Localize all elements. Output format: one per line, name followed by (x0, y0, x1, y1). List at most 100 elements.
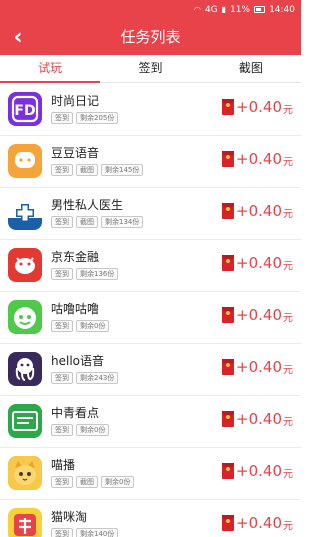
red-envelope-icon (222, 254, 235, 271)
reward: +0.40 元 (222, 357, 293, 376)
reward: +0.40 元 (222, 201, 293, 220)
reward: +0.40 元 (222, 461, 293, 480)
app-name: 时尚日记 (51, 94, 100, 108)
tag-badge: 截图 (76, 476, 98, 488)
task-list: FD 时尚日记 签到 剩余205份 +0.40 元 豆豆语音 签到 截图 剩余1… (0, 84, 301, 537)
red-envelope-icon (222, 306, 235, 323)
reward-unit: 元 (283, 105, 293, 116)
reward: +0.40 元 (222, 97, 293, 116)
tab-screenshot[interactable]: 截图 (201, 55, 301, 82)
task-row[interactable]: 豆豆语音 签到 截图 剩余145份 +0.40 元 (0, 136, 301, 188)
reward-amount: +0.40 (236, 305, 282, 324)
reward-unit: 元 (283, 209, 293, 220)
tab-trial[interactable]: 试玩 (0, 55, 101, 83)
task-row[interactable]: 男性私人医生 签到 截图 剩余134份 +0.40 元 (0, 188, 301, 240)
tag-badge: 剩余0份 (76, 424, 110, 436)
reward-amount: +0.40 (236, 513, 282, 532)
red-envelope-icon (222, 98, 235, 115)
tab-checkin[interactable]: 签到 (100, 55, 200, 82)
fashion-diary-icon: FD (8, 92, 42, 126)
tag-badge: 签到 (51, 476, 73, 488)
reward-amount: +0.40 (236, 409, 282, 428)
tag-list: 签到 剩余205份 (51, 112, 119, 124)
tag-badge: 签到 (51, 372, 73, 384)
reward-amount: +0.40 (236, 461, 282, 480)
tag-badge: 签到 (51, 424, 73, 436)
tag-list: 签到 剩余0份 (51, 424, 110, 436)
task-row[interactable]: 喵播 签到 截图 剩余0份 +0.40 元 (0, 448, 301, 500)
reward-unit: 元 (283, 261, 293, 272)
reward-unit: 元 (283, 313, 293, 324)
red-envelope-icon (222, 514, 235, 531)
signal-label: 4G (204, 4, 218, 15)
tag-badge: 剩余243份 (76, 372, 119, 384)
tag-badge: 剩余0份 (101, 476, 135, 488)
tag-list: 签到 截图 剩余134份 (51, 216, 144, 228)
clock: 14:40 (269, 4, 295, 15)
reward: +0.40 元 (222, 513, 293, 532)
signal-bars-icon: ▮ (221, 5, 227, 14)
tag-list: 签到 剩余140份 (51, 528, 119, 537)
task-row[interactable]: 咕噜咕噜 签到 剩余0份 +0.40 元 (0, 292, 301, 344)
doudou-voice-icon (8, 144, 42, 178)
gulu-icon (8, 300, 42, 334)
tag-badge: 签到 (51, 320, 73, 332)
tab-bar: 试玩 签到 截图 (0, 55, 301, 83)
tag-badge: 剩余0份 (76, 320, 110, 332)
tag-list: 签到 剩余136份 (51, 268, 119, 280)
reward-unit: 元 (283, 157, 293, 168)
tag-badge: 剩余140份 (76, 528, 119, 537)
task-row[interactable]: hello语音 签到 剩余243份 +0.40 元 (0, 344, 301, 396)
red-envelope-icon (222, 410, 235, 427)
app-name: hello语音 (51, 354, 104, 368)
tag-badge: 签到 (51, 528, 73, 537)
task-row[interactable]: FD 时尚日记 签到 剩余205份 +0.40 元 (0, 84, 301, 136)
reward-unit: 元 (283, 521, 293, 532)
title-bar: ‹ 任务列表 (0, 19, 301, 55)
app-name: 喵播 (51, 458, 76, 472)
tag-badge: 签到 (51, 112, 73, 124)
tag-badge: 签到 (51, 164, 73, 176)
reward-amount: +0.40 (236, 253, 282, 272)
app-name: 猫咪淘 (51, 510, 88, 524)
tag-badge: 剩余205份 (76, 112, 119, 124)
task-row[interactable]: 中青看点 签到 剩余0份 +0.40 元 (0, 396, 301, 448)
reward: +0.40 元 (222, 409, 293, 428)
app-name: 男性私人医生 (51, 198, 124, 212)
reward-amount: +0.40 (236, 149, 282, 168)
reward-unit: 元 (283, 417, 293, 428)
reward: +0.40 元 (222, 253, 293, 272)
status-bar: ◠ 4G ▮ 11% 14:40 (0, 0, 301, 19)
tag-list: 签到 剩余243份 (51, 372, 119, 384)
wifi-icon: ◠ (193, 5, 201, 14)
red-envelope-icon (222, 202, 235, 219)
tag-list: 签到 剩余0份 (51, 320, 110, 332)
reward: +0.40 元 (222, 305, 293, 324)
reward-amount: +0.40 (236, 357, 282, 376)
svg-text:FD: FD (14, 103, 35, 119)
task-row[interactable]: 猫咪淘 签到 剩余140份 +0.40 元 (0, 500, 301, 537)
tag-badge: 签到 (51, 268, 73, 280)
miaobo-icon (8, 456, 42, 490)
tag-badge: 截图 (76, 216, 98, 228)
tag-badge: 签到 (51, 216, 73, 228)
hello-voice-icon (8, 352, 42, 386)
tag-badge: 剩余134份 (101, 216, 144, 228)
app-name: 中青看点 (51, 406, 100, 420)
app-name: 京东金融 (51, 250, 100, 264)
reward-amount: +0.40 (236, 201, 282, 220)
tag-badge: 剩余136份 (76, 268, 119, 280)
red-envelope-icon (222, 358, 235, 375)
red-envelope-icon (222, 462, 235, 479)
battery-percent: 11% (230, 4, 251, 15)
reward-unit: 元 (283, 469, 293, 480)
reward-amount: +0.40 (236, 97, 282, 116)
tag-badge: 截图 (76, 164, 98, 176)
red-envelope-icon (222, 150, 235, 167)
battery-icon (254, 6, 266, 13)
tag-badge: 剩余145份 (101, 164, 144, 176)
task-row[interactable]: 京东金融 签到 剩余136份 +0.40 元 (0, 240, 301, 292)
maomitao-icon (8, 508, 42, 537)
page-title: 任务列表 (120, 28, 181, 46)
app-name: 豆豆语音 (51, 146, 100, 160)
